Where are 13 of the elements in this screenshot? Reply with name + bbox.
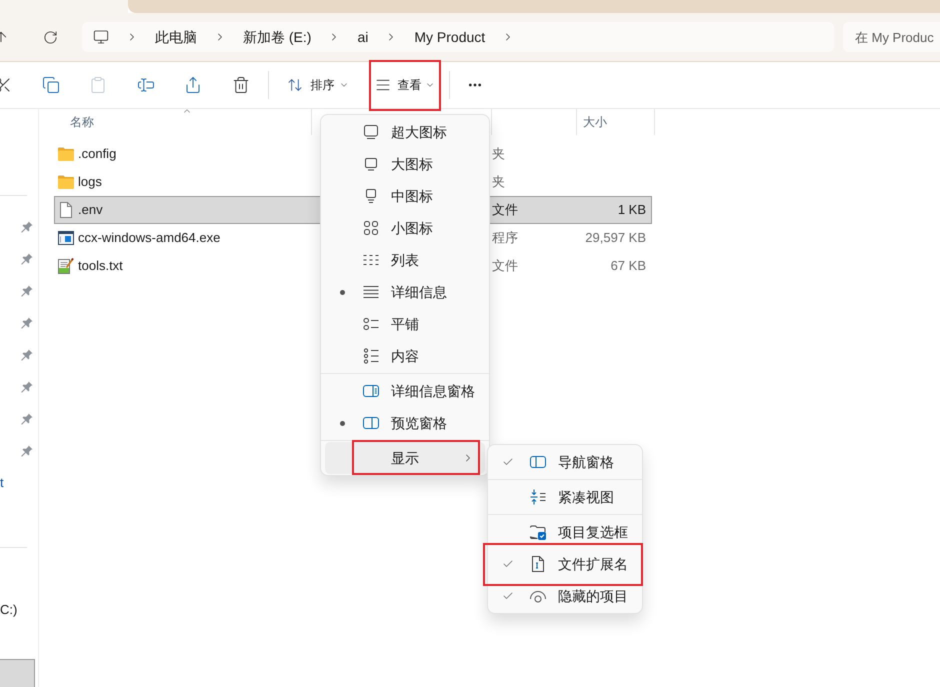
file-size: 1 KB xyxy=(618,201,646,220)
file-type: 夹 xyxy=(492,174,505,190)
file-name: ccx-windows-amd64.exe xyxy=(78,229,220,248)
file-name: .config xyxy=(78,145,116,164)
file-name: logs xyxy=(78,173,102,192)
file-size: 29,597 KB xyxy=(585,229,646,248)
file-type: 程序 xyxy=(492,230,518,246)
file-size: 67 KB xyxy=(610,257,646,276)
file-name: tools.txt xyxy=(78,257,123,276)
file-type: 文件 xyxy=(492,258,518,274)
file-type: 夹 xyxy=(492,146,505,162)
file-type: 文件 xyxy=(492,202,518,218)
file-name: .env xyxy=(78,201,103,220)
